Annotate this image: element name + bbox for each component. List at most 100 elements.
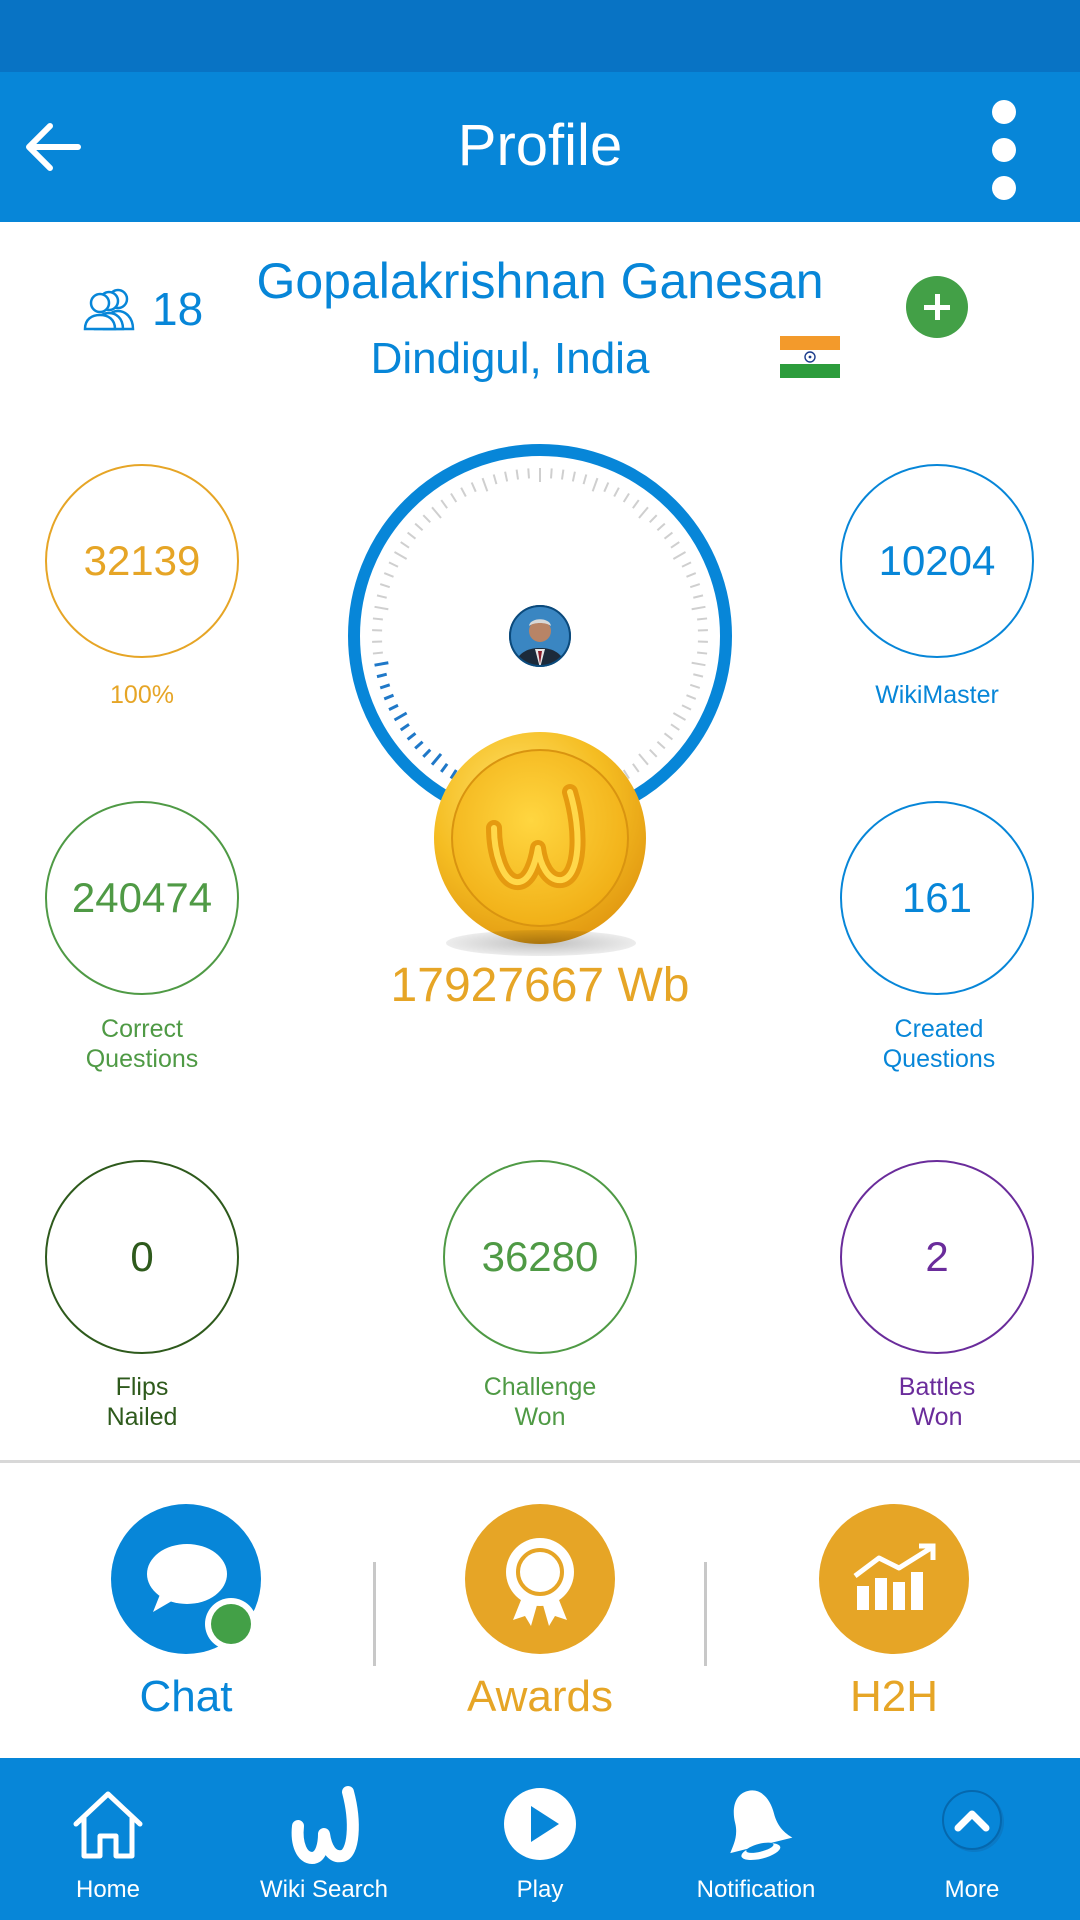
award-icon: [506, 1538, 574, 1626]
battles-won-label: Battles Won: [827, 1372, 1047, 1432]
gauge-tick: [431, 506, 442, 519]
gauge-tick: [656, 522, 666, 532]
gauge-tick: [622, 492, 630, 503]
gauge-tick: [571, 471, 576, 482]
flips-nailed-value: 0: [130, 1233, 154, 1280]
nav-notification-label: Notification: [696, 1876, 816, 1903]
nav-wiki-search[interactable]: Wiki Search: [216, 1758, 432, 1920]
gauge-tick: [656, 740, 666, 750]
gauge-tick: [383, 572, 394, 578]
add-friend-button[interactable]: [906, 276, 968, 338]
nav-home[interactable]: Home: [0, 1758, 216, 1920]
app-bar: Profile: [0, 72, 1080, 222]
home-icon: [73, 1791, 143, 1859]
gauge-tick: [663, 732, 674, 741]
gauge-tick: [388, 703, 399, 711]
gauge-tick: [372, 651, 383, 655]
chat-button[interactable]: [111, 1504, 261, 1654]
user-location: Dindigul, India: [370, 334, 650, 383]
gauge-tick: [470, 482, 477, 493]
gauge-tick: [481, 477, 489, 492]
bell-icon: [730, 1790, 793, 1860]
gauge-tick: [649, 748, 658, 758]
nav-more-label: More: [944, 1876, 1000, 1903]
gauge-tick: [672, 551, 686, 560]
friends-count-value: 18: [152, 283, 204, 335]
gauge-tick: [379, 683, 391, 690]
label-line: Flips: [115, 1373, 169, 1401]
play-icon: [504, 1788, 576, 1860]
gauge-tick: [603, 482, 610, 493]
gauge-tick: [515, 469, 520, 480]
gauge-tick: [406, 732, 417, 741]
gauge-tick: [492, 474, 498, 485]
gauge-tick: [691, 661, 706, 667]
created-questions-value: 161: [901, 874, 973, 921]
nav-notification[interactable]: Notification: [648, 1758, 864, 1920]
chat-icon: [147, 1544, 257, 1650]
nav-more[interactable]: More: [864, 1758, 1080, 1920]
wikibucks-coin-icon: [434, 732, 646, 944]
menu-dot-icon: [992, 138, 1016, 162]
gauge-tick: [693, 594, 704, 599]
gauge-tick: [686, 572, 697, 578]
correct-questions-circle: 240474: [45, 801, 239, 995]
gauge-tick: [393, 711, 408, 722]
gauge-tick: [422, 748, 432, 758]
gauge-tick: [670, 723, 680, 731]
bottom-nav: Home Wiki Search Play Notification More: [0, 1758, 1080, 1920]
awards-button[interactable]: [465, 1504, 615, 1654]
menu-dot-icon: [992, 100, 1016, 124]
gauge-tick: [649, 514, 658, 524]
status-bar: [0, 0, 1080, 72]
created-questions-circle: 161: [840, 801, 1034, 995]
gauge-tick: [663, 531, 674, 540]
avatar: [509, 605, 571, 667]
gauge-tick: [440, 499, 448, 509]
gauge-tick: [504, 471, 509, 482]
created-questions-label: Created Questions: [829, 1014, 1049, 1074]
h2h-button[interactable]: [819, 1504, 969, 1654]
gauge-tick: [632, 499, 640, 509]
gauge-tick: [372, 617, 383, 621]
gauge-tick: [383, 693, 395, 701]
friends-icon: [83, 288, 135, 331]
flips-nailed-label: Flips Nailed: [32, 1372, 252, 1432]
label-line: Nailed: [106, 1403, 178, 1431]
gauge-tick: [672, 712, 686, 721]
label-line: Battles: [898, 1373, 976, 1401]
nav-play-label: Play: [516, 1876, 564, 1903]
awards-label: Awards: [467, 1672, 613, 1721]
challenge-won-label: Challenge Won: [430, 1372, 650, 1432]
gauge-tick: [681, 704, 692, 711]
h2h-label: H2H: [849, 1672, 939, 1721]
label-line: Questions: [85, 1045, 199, 1073]
section-divider: [0, 1460, 1080, 1463]
label-line: Won: [514, 1403, 566, 1431]
overflow-menu-button[interactable]: [992, 100, 1016, 200]
gauge-tick: [374, 661, 389, 667]
menu-dot-icon: [992, 176, 1016, 200]
label-line: Won: [911, 1403, 963, 1431]
gauge-tick: [399, 723, 410, 732]
user-name: Gopalakrishnan Ganesan: [256, 253, 824, 309]
gauge-tick: [693, 673, 704, 678]
india-flag-icon: [780, 336, 840, 378]
correct-questions-value: 240474: [71, 874, 213, 921]
gauge-tick: [414, 740, 424, 750]
gauge-tick: [691, 605, 706, 611]
friends-count[interactable]: 18: [80, 282, 203, 336]
challenge-won-value: 36280: [481, 1233, 599, 1280]
gauge-tick: [414, 522, 424, 532]
battles-won-circle: 2: [840, 1160, 1034, 1354]
gauge-tick: [560, 469, 565, 480]
nav-play[interactable]: Play: [432, 1758, 648, 1920]
gauge-tick: [527, 468, 530, 479]
label-line: Created: [894, 1015, 984, 1043]
gauge-tick: [686, 694, 697, 700]
rank-circle: 10204: [840, 464, 1034, 658]
coin-shadow: [446, 930, 636, 956]
gauge-tick: [379, 583, 391, 589]
gauge-tick: [400, 541, 410, 549]
nav-home-label: Home: [75, 1876, 141, 1903]
